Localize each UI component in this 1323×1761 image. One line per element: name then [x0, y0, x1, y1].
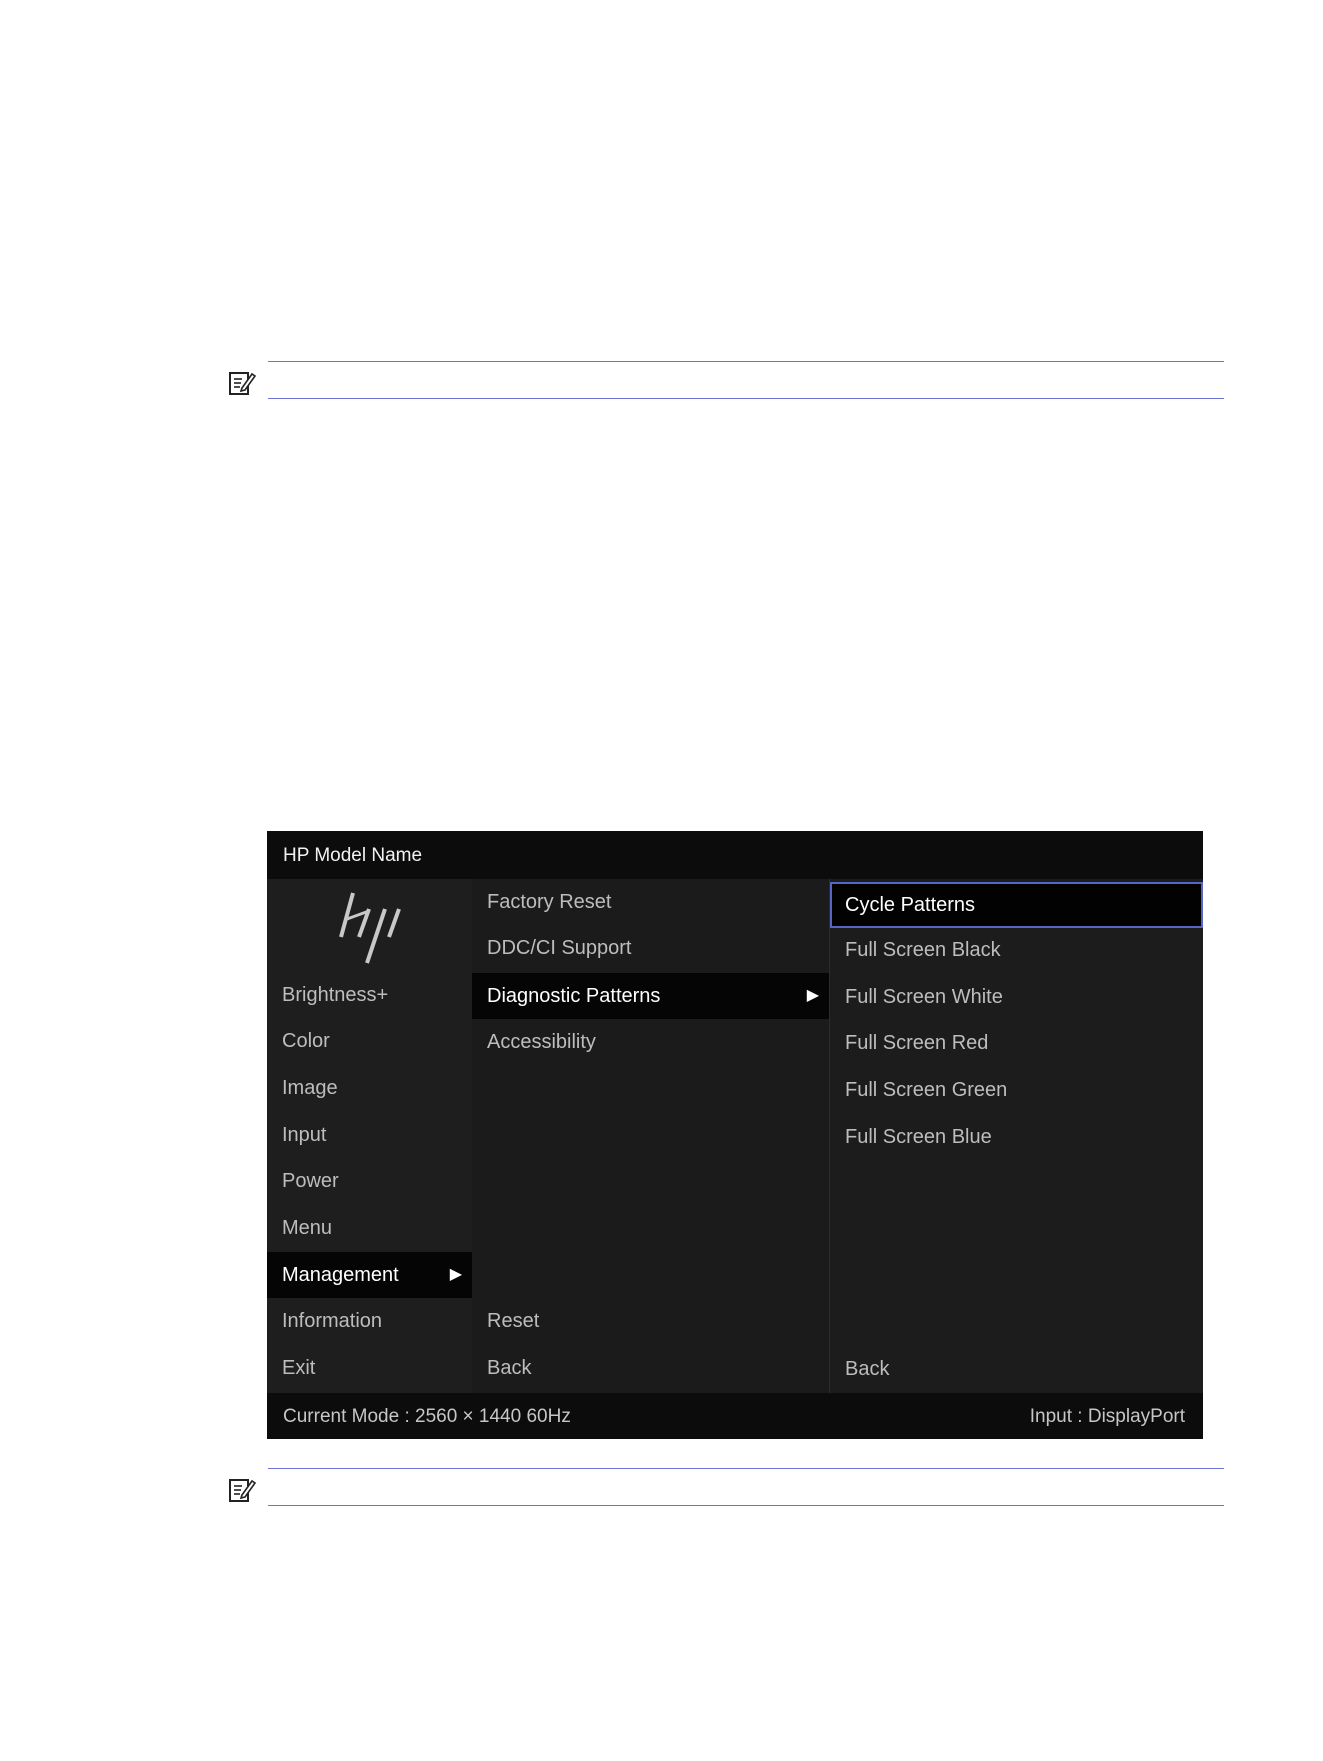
pattern-item-back[interactable]: Back: [830, 1346, 1203, 1392]
submenu-item-diagnostic-patterns[interactable]: Diagnostic Patterns ▶: [472, 973, 829, 1019]
pattern-item-full-screen-black[interactable]: Full Screen Black: [830, 927, 1203, 973]
submenu-arrow-icon: ▶: [806, 987, 819, 1004]
menu-item-power[interactable]: Power: [267, 1158, 472, 1204]
osd-header: HP Model Name: [267, 831, 1203, 879]
note-icon: [229, 1479, 256, 1502]
menu-item-brightness[interactable]: Brightness+: [267, 972, 472, 1018]
pattern-item-full-screen-white[interactable]: Full Screen White: [830, 974, 1203, 1020]
submenu-item-accessibility[interactable]: Accessibility: [472, 1019, 829, 1065]
hp-logo-icon: [339, 892, 401, 964]
submenu-item-ddcci-support[interactable]: DDC/CI Support: [472, 925, 829, 971]
menu-item-menu[interactable]: Menu: [267, 1205, 472, 1251]
note-box-bottom: [228, 1468, 1224, 1506]
menu-item-information[interactable]: Information: [267, 1298, 472, 1344]
current-mode-status: Current Mode : 2560 × 1440 60Hz: [283, 1406, 571, 1427]
pattern-item-cycle-patterns[interactable]: Cycle Patterns: [830, 882, 1203, 928]
osd-footer: Current Mode : 2560 × 1440 60Hz Input : …: [267, 1393, 1203, 1439]
submenu-item-back[interactable]: Back: [472, 1345, 829, 1391]
note-rule-bottom: [268, 1505, 1224, 1506]
pattern-item-full-screen-blue[interactable]: Full Screen Blue: [830, 1114, 1203, 1160]
menu-item-management[interactable]: Management ▶: [267, 1252, 472, 1298]
menu-item-input[interactable]: Input: [267, 1112, 472, 1158]
main-menu-column: Brightness+ Color Image Input Power Menu…: [267, 879, 472, 1393]
pattern-item-full-screen-green[interactable]: Full Screen Green: [830, 1067, 1203, 1113]
osd-menu: HP Model Name Brightness+ Color Image In…: [267, 831, 1203, 1439]
submenu-item-factory-reset[interactable]: Factory Reset: [472, 879, 829, 925]
note-rule-top: [268, 361, 1224, 362]
pattern-item-full-screen-red[interactable]: Full Screen Red: [830, 1020, 1203, 1066]
submenu-column: Factory Reset DDC/CI Support Diagnostic …: [472, 879, 829, 1393]
note-rule-bottom: [268, 398, 1224, 399]
note-box-top: [228, 361, 1224, 399]
menu-item-exit[interactable]: Exit: [267, 1345, 472, 1391]
submenu-item-reset[interactable]: Reset: [472, 1298, 829, 1344]
submenu-arrow-icon: ▶: [449, 1266, 462, 1283]
patterns-column: Cycle Patterns Full Screen Black Full Sc…: [829, 879, 1203, 1393]
menu-item-color[interactable]: Color: [267, 1018, 472, 1064]
input-status: Input : DisplayPort: [1029, 1406, 1185, 1427]
menu-item-image[interactable]: Image: [267, 1065, 472, 1111]
osd-title: HP Model Name: [283, 845, 423, 866]
note-rule-top: [268, 1468, 1224, 1469]
note-icon: [229, 372, 256, 395]
